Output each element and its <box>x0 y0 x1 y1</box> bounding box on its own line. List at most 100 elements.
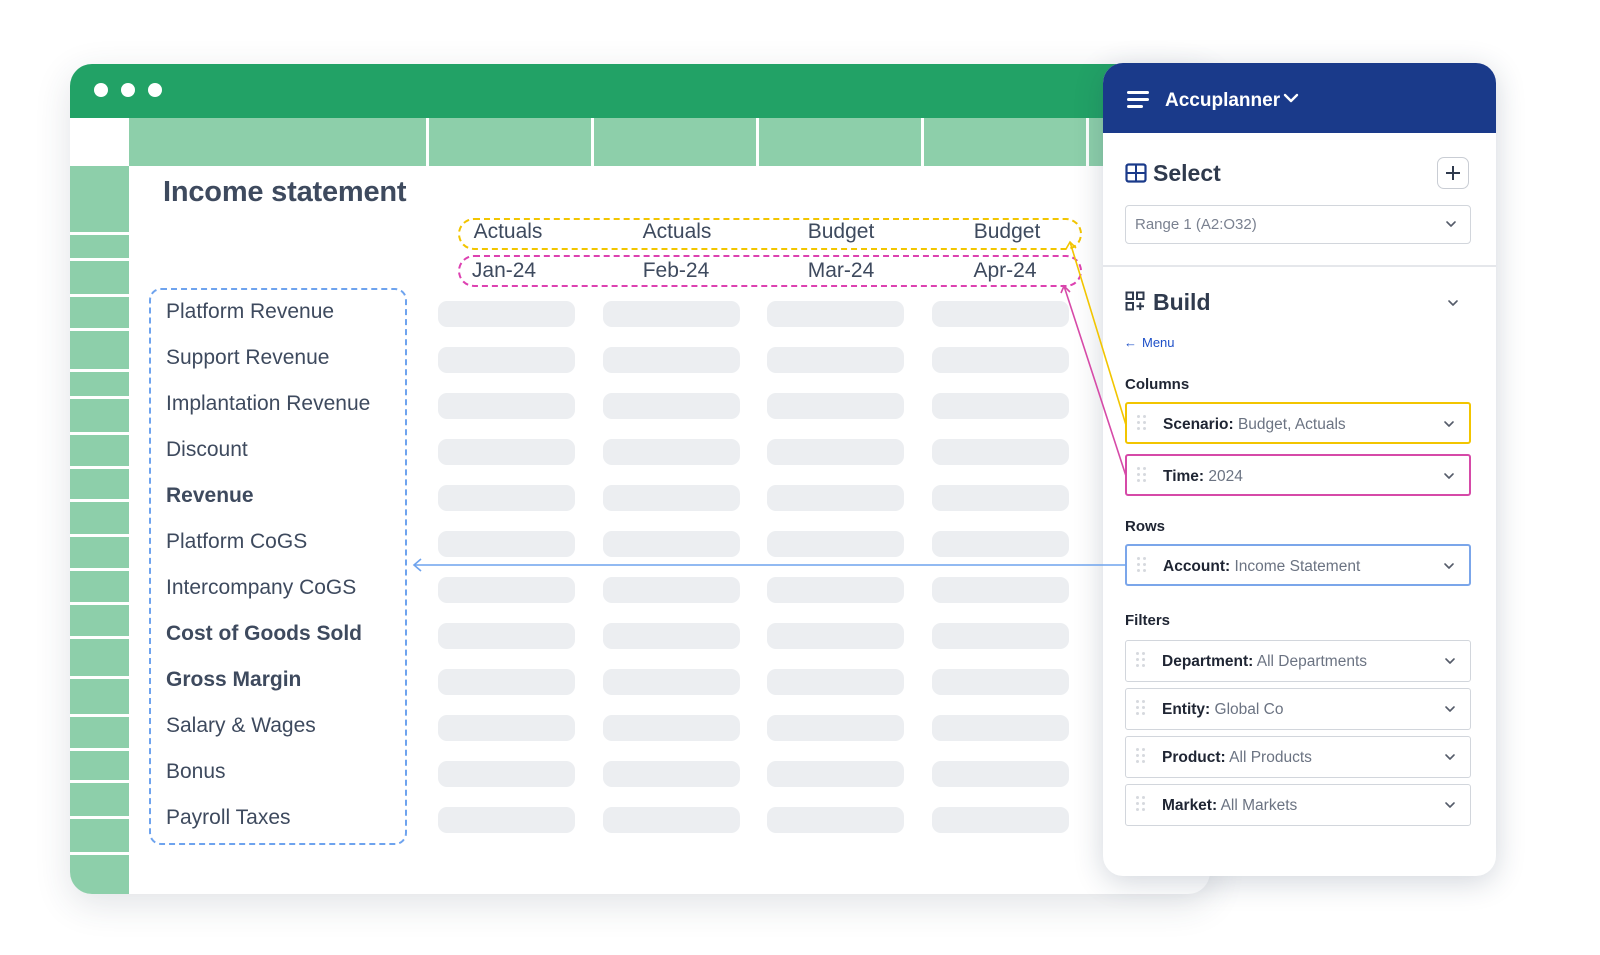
column-divider <box>756 118 759 166</box>
market-filter-field[interactable]: Market: All Markets <box>1125 784 1471 826</box>
placeholder-cell[interactable] <box>603 531 740 557</box>
drag-handle-icon[interactable] <box>1136 748 1146 764</box>
placeholder-cell[interactable] <box>438 715 575 741</box>
placeholder-cell[interactable] <box>438 669 575 695</box>
placeholder-cell[interactable] <box>438 393 575 419</box>
add-range-button[interactable] <box>1437 157 1469 189</box>
placeholder-cell[interactable] <box>932 577 1069 603</box>
placeholder-cell[interactable] <box>932 715 1069 741</box>
drag-handle-icon[interactable] <box>1137 467 1147 483</box>
row-header-band <box>70 166 129 894</box>
plus-icon <box>1446 166 1460 180</box>
entity-filter-field[interactable]: Entity: Global Co <box>1125 688 1471 730</box>
placeholder-cell[interactable] <box>932 301 1069 327</box>
placeholder-cell[interactable] <box>438 347 575 373</box>
time-dimension-field[interactable]: Time: 2024 <box>1125 454 1471 496</box>
placeholder-cell[interactable] <box>438 761 575 787</box>
drag-handle-icon[interactable] <box>1136 652 1146 668</box>
row-divider <box>70 328 129 331</box>
placeholder-cell[interactable] <box>767 439 904 465</box>
app-name[interactable]: Accuplanner <box>1165 90 1280 112</box>
placeholder-cell[interactable] <box>603 669 740 695</box>
placeholder-cell[interactable] <box>603 347 740 373</box>
placeholder-cell[interactable] <box>438 439 575 465</box>
row-divider <box>70 748 129 751</box>
placeholder-cell[interactable] <box>932 347 1069 373</box>
placeholder-cell[interactable] <box>932 807 1069 833</box>
placeholder-cell[interactable] <box>932 393 1069 419</box>
account-dimension-field[interactable]: Account: Income Statement <box>1125 544 1471 586</box>
select-all-corner[interactable] <box>70 118 129 166</box>
department-filter-field[interactable]: Department: All Departments <box>1125 640 1471 682</box>
column-period-label: Apr-24 <box>973 259 1037 282</box>
dimension-value: Budget, Actuals <box>1233 416 1346 433</box>
placeholder-cell[interactable] <box>603 393 740 419</box>
chevron-down-icon[interactable] <box>1447 299 1459 307</box>
window-close-dot[interactable] <box>94 83 108 97</box>
placeholder-cell[interactable] <box>767 577 904 603</box>
build-section-title: Build <box>1153 289 1211 315</box>
drag-handle-icon[interactable] <box>1137 557 1147 573</box>
drag-handle-icon[interactable] <box>1136 700 1146 716</box>
placeholder-cell[interactable] <box>438 807 575 833</box>
placeholder-cell[interactable] <box>767 761 904 787</box>
window-minimize-dot[interactable] <box>121 83 135 97</box>
placeholder-cell[interactable] <box>932 485 1069 511</box>
window-maximize-dot[interactable] <box>148 83 162 97</box>
accuplanner-panel: Accuplanner Select Range 1 (A2:O32) Buil… <box>1103 63 1496 876</box>
chevron-down-icon <box>1444 563 1454 569</box>
account-row-label: Revenue <box>166 484 254 507</box>
placeholder-cell[interactable] <box>438 531 575 557</box>
placeholder-cell[interactable] <box>932 439 1069 465</box>
placeholder-cell[interactable] <box>438 577 575 603</box>
time-dimension-text: Time: 2024 <box>1163 468 1243 486</box>
spreadsheet-window: Income statement Actuals Actuals Budget … <box>70 64 1210 894</box>
product-filter-field[interactable]: Product: All Products <box>1125 736 1471 778</box>
placeholder-cell[interactable] <box>603 439 740 465</box>
row-divider <box>70 714 129 717</box>
placeholder-cell[interactable] <box>767 301 904 327</box>
scenario-dimension-field[interactable]: Scenario: Budget, Actuals <box>1125 402 1471 444</box>
hamburger-menu-icon[interactable] <box>1127 91 1149 109</box>
placeholder-cell[interactable] <box>603 623 740 649</box>
placeholder-cell[interactable] <box>932 669 1069 695</box>
chevron-down-icon[interactable] <box>1283 92 1299 104</box>
placeholder-cell[interactable] <box>767 485 904 511</box>
placeholder-cell[interactable] <box>603 715 740 741</box>
placeholder-cell[interactable] <box>438 623 575 649</box>
row-divider <box>70 294 129 297</box>
row-divider <box>70 602 129 605</box>
dimension-key: Scenario: <box>1163 416 1234 433</box>
placeholder-cell[interactable] <box>603 761 740 787</box>
back-to-menu-link[interactable]: ← Menu <box>1124 335 1175 350</box>
row-divider <box>70 232 129 235</box>
placeholder-cell[interactable] <box>767 669 904 695</box>
dimension-value: All Products <box>1225 749 1312 766</box>
placeholder-cell[interactable] <box>932 623 1069 649</box>
scenario-dimension-text: Scenario: Budget, Actuals <box>1163 416 1346 434</box>
placeholder-cell[interactable] <box>603 485 740 511</box>
dimension-key: Entity: <box>1162 701 1211 718</box>
placeholder-cell[interactable] <box>767 347 904 373</box>
placeholder-cell[interactable] <box>932 761 1069 787</box>
placeholder-cell[interactable] <box>767 715 904 741</box>
panel-header: Accuplanner <box>1103 63 1496 133</box>
range-select[interactable]: Range 1 (A2:O32) <box>1125 205 1471 244</box>
placeholder-cell[interactable] <box>603 807 740 833</box>
placeholder-cell[interactable] <box>603 577 740 603</box>
arrow-left-icon: ← <box>1124 335 1137 350</box>
dimension-key: Account: <box>1163 558 1231 575</box>
drag-handle-icon[interactable] <box>1137 415 1147 431</box>
placeholder-cell[interactable] <box>767 807 904 833</box>
placeholder-cell[interactable] <box>438 301 575 327</box>
row-divider <box>70 636 129 639</box>
placeholder-cell[interactable] <box>438 485 575 511</box>
row-divider <box>70 568 129 571</box>
placeholder-cell[interactable] <box>767 531 904 557</box>
placeholder-cell[interactable] <box>767 623 904 649</box>
drag-handle-icon[interactable] <box>1136 796 1146 812</box>
placeholder-cell[interactable] <box>603 301 740 327</box>
placeholder-cell[interactable] <box>932 531 1069 557</box>
row-divider <box>70 499 129 502</box>
placeholder-cell[interactable] <box>767 393 904 419</box>
